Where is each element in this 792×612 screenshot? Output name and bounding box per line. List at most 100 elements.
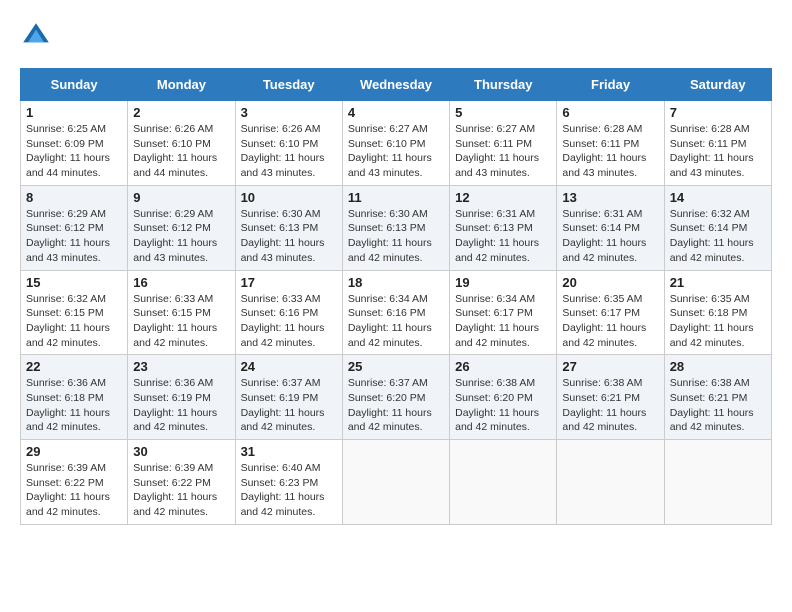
calendar-cell: 23 Sunrise: 6:36 AM Sunset: 6:19 PM Dayl… xyxy=(128,355,235,440)
calendar-cell: 11 Sunrise: 6:30 AM Sunset: 6:13 PM Dayl… xyxy=(342,185,449,270)
calendar-cell: 21 Sunrise: 6:35 AM Sunset: 6:18 PM Dayl… xyxy=(664,270,771,355)
day-number: 28 xyxy=(670,359,766,374)
day-info: Sunrise: 6:32 AM Sunset: 6:15 PM Dayligh… xyxy=(26,292,122,351)
day-number: 7 xyxy=(670,105,766,120)
day-number: 31 xyxy=(241,444,337,459)
day-number: 15 xyxy=(26,275,122,290)
calendar-cell xyxy=(664,440,771,525)
calendar-cell xyxy=(342,440,449,525)
calendar-cell xyxy=(557,440,664,525)
day-info: Sunrise: 6:36 AM Sunset: 6:19 PM Dayligh… xyxy=(133,376,229,435)
day-info: Sunrise: 6:38 AM Sunset: 6:20 PM Dayligh… xyxy=(455,376,551,435)
day-info: Sunrise: 6:33 AM Sunset: 6:16 PM Dayligh… xyxy=(241,292,337,351)
day-number: 19 xyxy=(455,275,551,290)
calendar-cell: 6 Sunrise: 6:28 AM Sunset: 6:11 PM Dayli… xyxy=(557,101,664,186)
logo-icon xyxy=(20,20,52,52)
day-number: 8 xyxy=(26,190,122,205)
calendar-cell: 9 Sunrise: 6:29 AM Sunset: 6:12 PM Dayli… xyxy=(128,185,235,270)
day-number: 10 xyxy=(241,190,337,205)
day-info: Sunrise: 6:39 AM Sunset: 6:22 PM Dayligh… xyxy=(26,461,122,520)
calendar-header-sunday: Sunday xyxy=(21,69,128,101)
day-number: 29 xyxy=(26,444,122,459)
day-number: 9 xyxy=(133,190,229,205)
day-number: 12 xyxy=(455,190,551,205)
day-info: Sunrise: 6:30 AM Sunset: 6:13 PM Dayligh… xyxy=(241,207,337,266)
calendar-cell: 27 Sunrise: 6:38 AM Sunset: 6:21 PM Dayl… xyxy=(557,355,664,440)
day-info: Sunrise: 6:35 AM Sunset: 6:18 PM Dayligh… xyxy=(670,292,766,351)
day-info: Sunrise: 6:32 AM Sunset: 6:14 PM Dayligh… xyxy=(670,207,766,266)
day-number: 14 xyxy=(670,190,766,205)
calendar-cell: 16 Sunrise: 6:33 AM Sunset: 6:15 PM Dayl… xyxy=(128,270,235,355)
day-info: Sunrise: 6:37 AM Sunset: 6:19 PM Dayligh… xyxy=(241,376,337,435)
calendar-cell: 19 Sunrise: 6:34 AM Sunset: 6:17 PM Dayl… xyxy=(450,270,557,355)
calendar-header-thursday: Thursday xyxy=(450,69,557,101)
day-number: 26 xyxy=(455,359,551,374)
day-info: Sunrise: 6:27 AM Sunset: 6:10 PM Dayligh… xyxy=(348,122,444,181)
calendar-cell: 7 Sunrise: 6:28 AM Sunset: 6:11 PM Dayli… xyxy=(664,101,771,186)
calendar-table: SundayMondayTuesdayWednesdayThursdayFrid… xyxy=(20,68,772,525)
day-number: 24 xyxy=(241,359,337,374)
calendar-week-row: 29 Sunrise: 6:39 AM Sunset: 6:22 PM Dayl… xyxy=(21,440,772,525)
day-number: 20 xyxy=(562,275,658,290)
calendar-header-row: SundayMondayTuesdayWednesdayThursdayFrid… xyxy=(21,69,772,101)
day-number: 2 xyxy=(133,105,229,120)
day-number: 13 xyxy=(562,190,658,205)
calendar-cell: 31 Sunrise: 6:40 AM Sunset: 6:23 PM Dayl… xyxy=(235,440,342,525)
day-info: Sunrise: 6:37 AM Sunset: 6:20 PM Dayligh… xyxy=(348,376,444,435)
calendar-cell: 25 Sunrise: 6:37 AM Sunset: 6:20 PM Dayl… xyxy=(342,355,449,440)
day-info: Sunrise: 6:28 AM Sunset: 6:11 PM Dayligh… xyxy=(562,122,658,181)
calendar-cell: 10 Sunrise: 6:30 AM Sunset: 6:13 PM Dayl… xyxy=(235,185,342,270)
calendar-header-saturday: Saturday xyxy=(664,69,771,101)
day-number: 6 xyxy=(562,105,658,120)
day-number: 18 xyxy=(348,275,444,290)
day-number: 3 xyxy=(241,105,337,120)
day-number: 30 xyxy=(133,444,229,459)
calendar-cell: 1 Sunrise: 6:25 AM Sunset: 6:09 PM Dayli… xyxy=(21,101,128,186)
calendar-cell: 18 Sunrise: 6:34 AM Sunset: 6:16 PM Dayl… xyxy=(342,270,449,355)
calendar-week-row: 1 Sunrise: 6:25 AM Sunset: 6:09 PM Dayli… xyxy=(21,101,772,186)
day-info: Sunrise: 6:33 AM Sunset: 6:15 PM Dayligh… xyxy=(133,292,229,351)
calendar-cell: 26 Sunrise: 6:38 AM Sunset: 6:20 PM Dayl… xyxy=(450,355,557,440)
day-info: Sunrise: 6:38 AM Sunset: 6:21 PM Dayligh… xyxy=(562,376,658,435)
calendar-cell: 8 Sunrise: 6:29 AM Sunset: 6:12 PM Dayli… xyxy=(21,185,128,270)
day-number: 23 xyxy=(133,359,229,374)
day-info: Sunrise: 6:27 AM Sunset: 6:11 PM Dayligh… xyxy=(455,122,551,181)
day-number: 11 xyxy=(348,190,444,205)
calendar-cell: 22 Sunrise: 6:36 AM Sunset: 6:18 PM Dayl… xyxy=(21,355,128,440)
day-info: Sunrise: 6:28 AM Sunset: 6:11 PM Dayligh… xyxy=(670,122,766,181)
day-info: Sunrise: 6:38 AM Sunset: 6:21 PM Dayligh… xyxy=(670,376,766,435)
calendar-cell: 2 Sunrise: 6:26 AM Sunset: 6:10 PM Dayli… xyxy=(128,101,235,186)
day-number: 25 xyxy=(348,359,444,374)
page-header xyxy=(20,20,772,52)
day-info: Sunrise: 6:39 AM Sunset: 6:22 PM Dayligh… xyxy=(133,461,229,520)
calendar-cell: 29 Sunrise: 6:39 AM Sunset: 6:22 PM Dayl… xyxy=(21,440,128,525)
day-info: Sunrise: 6:29 AM Sunset: 6:12 PM Dayligh… xyxy=(26,207,122,266)
calendar-cell: 13 Sunrise: 6:31 AM Sunset: 6:14 PM Dayl… xyxy=(557,185,664,270)
day-info: Sunrise: 6:25 AM Sunset: 6:09 PM Dayligh… xyxy=(26,122,122,181)
calendar-cell xyxy=(450,440,557,525)
day-info: Sunrise: 6:26 AM Sunset: 6:10 PM Dayligh… xyxy=(133,122,229,181)
day-number: 27 xyxy=(562,359,658,374)
day-number: 22 xyxy=(26,359,122,374)
calendar-week-row: 22 Sunrise: 6:36 AM Sunset: 6:18 PM Dayl… xyxy=(21,355,772,440)
calendar-cell: 28 Sunrise: 6:38 AM Sunset: 6:21 PM Dayl… xyxy=(664,355,771,440)
day-number: 16 xyxy=(133,275,229,290)
calendar-cell: 3 Sunrise: 6:26 AM Sunset: 6:10 PM Dayli… xyxy=(235,101,342,186)
day-info: Sunrise: 6:31 AM Sunset: 6:13 PM Dayligh… xyxy=(455,207,551,266)
day-info: Sunrise: 6:40 AM Sunset: 6:23 PM Dayligh… xyxy=(241,461,337,520)
day-number: 21 xyxy=(670,275,766,290)
day-number: 4 xyxy=(348,105,444,120)
day-info: Sunrise: 6:26 AM Sunset: 6:10 PM Dayligh… xyxy=(241,122,337,181)
calendar-cell: 24 Sunrise: 6:37 AM Sunset: 6:19 PM Dayl… xyxy=(235,355,342,440)
calendar-cell: 30 Sunrise: 6:39 AM Sunset: 6:22 PM Dayl… xyxy=(128,440,235,525)
day-info: Sunrise: 6:36 AM Sunset: 6:18 PM Dayligh… xyxy=(26,376,122,435)
calendar-header-friday: Friday xyxy=(557,69,664,101)
calendar-cell: 15 Sunrise: 6:32 AM Sunset: 6:15 PM Dayl… xyxy=(21,270,128,355)
calendar-week-row: 8 Sunrise: 6:29 AM Sunset: 6:12 PM Dayli… xyxy=(21,185,772,270)
calendar-header-tuesday: Tuesday xyxy=(235,69,342,101)
calendar-cell: 12 Sunrise: 6:31 AM Sunset: 6:13 PM Dayl… xyxy=(450,185,557,270)
day-info: Sunrise: 6:31 AM Sunset: 6:14 PM Dayligh… xyxy=(562,207,658,266)
calendar-cell: 5 Sunrise: 6:27 AM Sunset: 6:11 PM Dayli… xyxy=(450,101,557,186)
calendar-header-wednesday: Wednesday xyxy=(342,69,449,101)
day-info: Sunrise: 6:34 AM Sunset: 6:16 PM Dayligh… xyxy=(348,292,444,351)
